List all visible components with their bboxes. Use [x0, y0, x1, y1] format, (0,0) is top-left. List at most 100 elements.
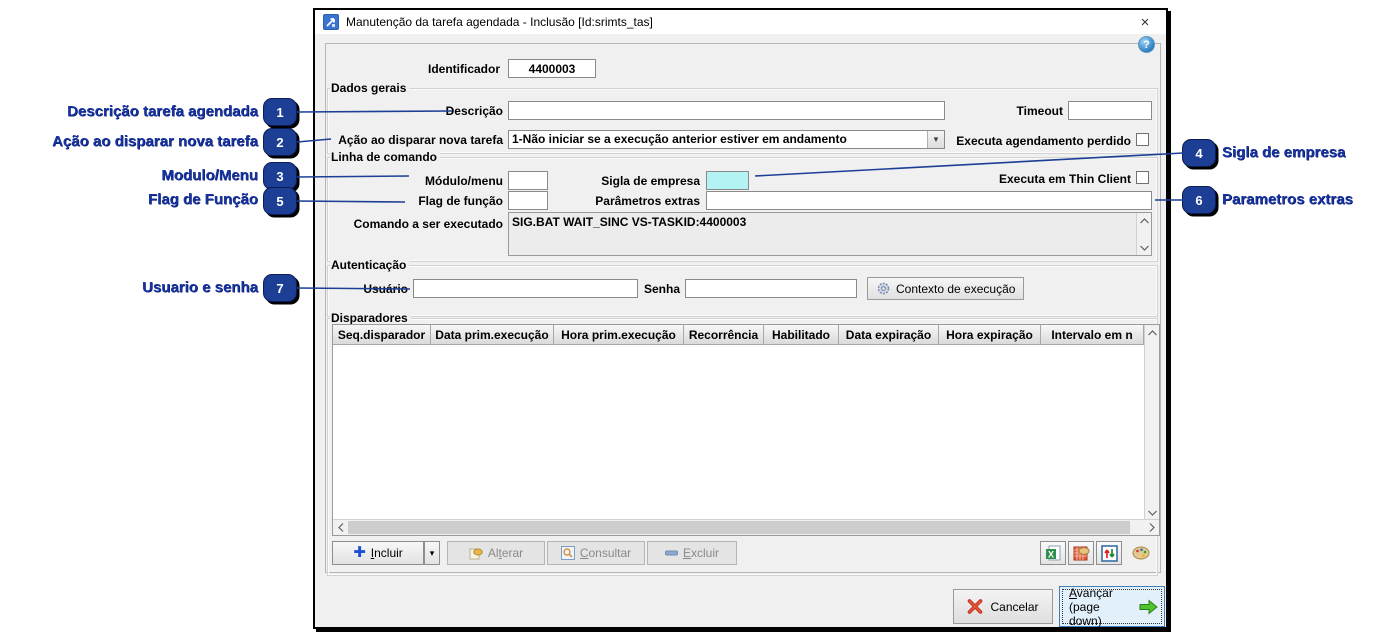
- scroll-down-icon[interactable]: [1145, 505, 1159, 520]
- export-excel-button[interactable]: X: [1040, 541, 1066, 565]
- parametros-extras-label: Parâmetros extras: [595, 194, 700, 208]
- excluir-label: Excluir: [682, 546, 720, 560]
- table-horizontal-scrollbar[interactable]: [333, 519, 1159, 535]
- thin-client-checkbox[interactable]: [1136, 171, 1149, 184]
- callout-label-sigla: Sigla de empresa: [1222, 144, 1346, 161]
- descricao-input[interactable]: [508, 101, 945, 120]
- consultar-button[interactable]: Consultar: [547, 541, 645, 565]
- callout-bubble-5: 5: [263, 187, 297, 215]
- column-header[interactable]: Hora prim.execução: [554, 325, 684, 345]
- callout-label-flag: Flag de Função: [147, 191, 258, 208]
- incluir-label: Incluir: [370, 546, 403, 560]
- callout-label-acao: Ação ao disparar nova tarefa: [52, 133, 258, 150]
- acao-label: Ação ao disparar nova tarefa: [338, 133, 503, 147]
- avancar-label: Avançar (page down): [1069, 585, 1113, 628]
- table-vertical-scrollbar[interactable]: [1144, 325, 1159, 520]
- group-dados-gerais-legend: Dados gerais: [330, 81, 410, 95]
- comando-readonly-box: SIG.BAT WAIT_SINC VS-TASKID:4400003: [508, 212, 1152, 256]
- scroll-right-icon[interactable]: [1144, 520, 1159, 535]
- grid-select-button[interactable]: [1068, 541, 1094, 565]
- sigla-empresa-input[interactable]: [706, 171, 749, 190]
- consultar-label: Consultar: [579, 546, 632, 560]
- edit-icon: [469, 548, 483, 559]
- chevron-down-icon: ▾: [429, 547, 435, 558]
- callout-label-parametros: Parametros extras: [1222, 191, 1353, 208]
- scroll-left-icon[interactable]: [333, 520, 348, 535]
- callout-bubble-7: 7: [263, 274, 297, 302]
- dialog-window: Manutenção da tarefa agendada - Inclusão…: [313, 8, 1168, 629]
- identificador-label: Identificador: [427, 62, 500, 76]
- identificador-field[interactable]: [508, 59, 596, 78]
- palette-icon: [1132, 546, 1150, 560]
- window-title: Manutenção da tarefa agendada - Inclusão…: [346, 15, 653, 29]
- timeout-input[interactable]: [1068, 101, 1152, 120]
- palette-button[interactable]: [1128, 541, 1154, 565]
- scrollbar-thumb[interactable]: [348, 521, 1130, 534]
- senha-input[interactable]: [685, 279, 857, 298]
- grid-hand-icon: [1073, 546, 1089, 560]
- close-icon[interactable]: ×: [1132, 11, 1158, 33]
- disparadores-table: Seq.disparador Data prim.execução Hora p…: [332, 324, 1160, 536]
- column-header[interactable]: Habilitado: [764, 325, 839, 345]
- excluir-button[interactable]: Excluir: [647, 541, 737, 565]
- flag-funcao-input[interactable]: [508, 191, 548, 210]
- incluir-dropdown-button[interactable]: ▾: [424, 541, 440, 565]
- app-icon: [323, 14, 339, 30]
- callout-label-modulo: Modulo/Menu: [161, 167, 258, 184]
- callout-label-descricao: Descrição tarefa agendada: [67, 103, 258, 120]
- arrow-right-icon: [1139, 598, 1158, 615]
- descricao-label: Descrição: [445, 104, 503, 118]
- acao-combobox[interactable]: 1-Não iniciar se a execução anterior est…: [508, 130, 945, 149]
- scroll-down-icon[interactable]: [1137, 240, 1151, 255]
- agendamento-perdido-checkbox[interactable]: [1136, 133, 1149, 146]
- cancelar-button[interactable]: Cancelar: [953, 589, 1053, 624]
- avancar-button[interactable]: Avançar (page down): [1059, 585, 1165, 628]
- alterar-button[interactable]: Alterar: [447, 541, 545, 565]
- cancelar-label: Cancelar: [990, 599, 1039, 614]
- callout-bubble-3: 3: [263, 162, 297, 190]
- agendamento-perdido-label: Executa agendamento perdido: [956, 134, 1131, 148]
- parametros-extras-input[interactable]: [706, 191, 1152, 210]
- column-header[interactable]: Recorrência: [684, 325, 764, 345]
- sort-button[interactable]: [1096, 541, 1122, 565]
- callout-bubble-4: 4: [1182, 139, 1216, 167]
- callout-bubble-1: 1: [263, 98, 297, 126]
- column-header[interactable]: Data prim.execução: [431, 325, 554, 345]
- plus-icon: ✚: [353, 544, 366, 561]
- minus-icon: [664, 550, 678, 556]
- comando-scrollbar[interactable]: [1136, 213, 1151, 255]
- column-header[interactable]: Intervalo em n: [1041, 325, 1144, 345]
- magnifier-icon: [560, 546, 575, 560]
- senha-label: Senha: [643, 282, 680, 296]
- callout-label-usuario: Usuario e senha: [142, 279, 258, 296]
- comando-value: SIG.BAT WAIT_SINC VS-TASKID:4400003: [512, 215, 747, 229]
- callout-bubble-2: 2: [263, 128, 297, 156]
- cancel-x-icon: [968, 599, 983, 614]
- group-linha-comando-legend: Linha de comando: [330, 150, 441, 164]
- gear-icon: [877, 282, 890, 295]
- sigla-empresa-label: Sigla de empresa: [601, 174, 700, 188]
- contexto-execucao-label: Contexto de execução: [896, 281, 1016, 296]
- help-icon[interactable]: ?: [1138, 36, 1155, 53]
- title-bar[interactable]: Manutenção da tarefa agendada - Inclusão…: [315, 10, 1166, 35]
- acao-combobox-value: 1-Não iniciar se a execução anterior est…: [512, 132, 847, 146]
- excel-icon: X: [1045, 545, 1060, 560]
- group-autenticacao-legend: Autenticação: [330, 258, 410, 272]
- group-disparadores-legend: Disparadores: [330, 311, 411, 325]
- modulo-menu-input[interactable]: [508, 171, 548, 190]
- column-header[interactable]: Data expiração: [839, 325, 939, 345]
- scroll-up-icon[interactable]: [1137, 213, 1151, 228]
- callout-bubble-6: 6: [1182, 186, 1216, 214]
- column-header[interactable]: Seq.disparador: [333, 325, 431, 345]
- screenshot-canvas: Manutenção da tarefa agendada - Inclusão…: [0, 0, 1398, 640]
- thin-client-label: Executa em Thin Client: [998, 172, 1131, 186]
- comando-label: Comando a ser executado: [353, 217, 503, 231]
- timeout-label: Timeout: [1016, 104, 1063, 118]
- contexto-execucao-button[interactable]: Contexto de execução: [867, 277, 1025, 300]
- sort-arrows-icon: [1100, 544, 1118, 562]
- svg-text:X: X: [1047, 549, 1053, 559]
- scroll-up-icon[interactable]: [1145, 325, 1159, 340]
- flag-funcao-label: Flag de função: [418, 194, 503, 208]
- incluir-button[interactable]: ✚ Incluir: [332, 541, 424, 565]
- column-header[interactable]: Hora expiração: [939, 325, 1041, 345]
